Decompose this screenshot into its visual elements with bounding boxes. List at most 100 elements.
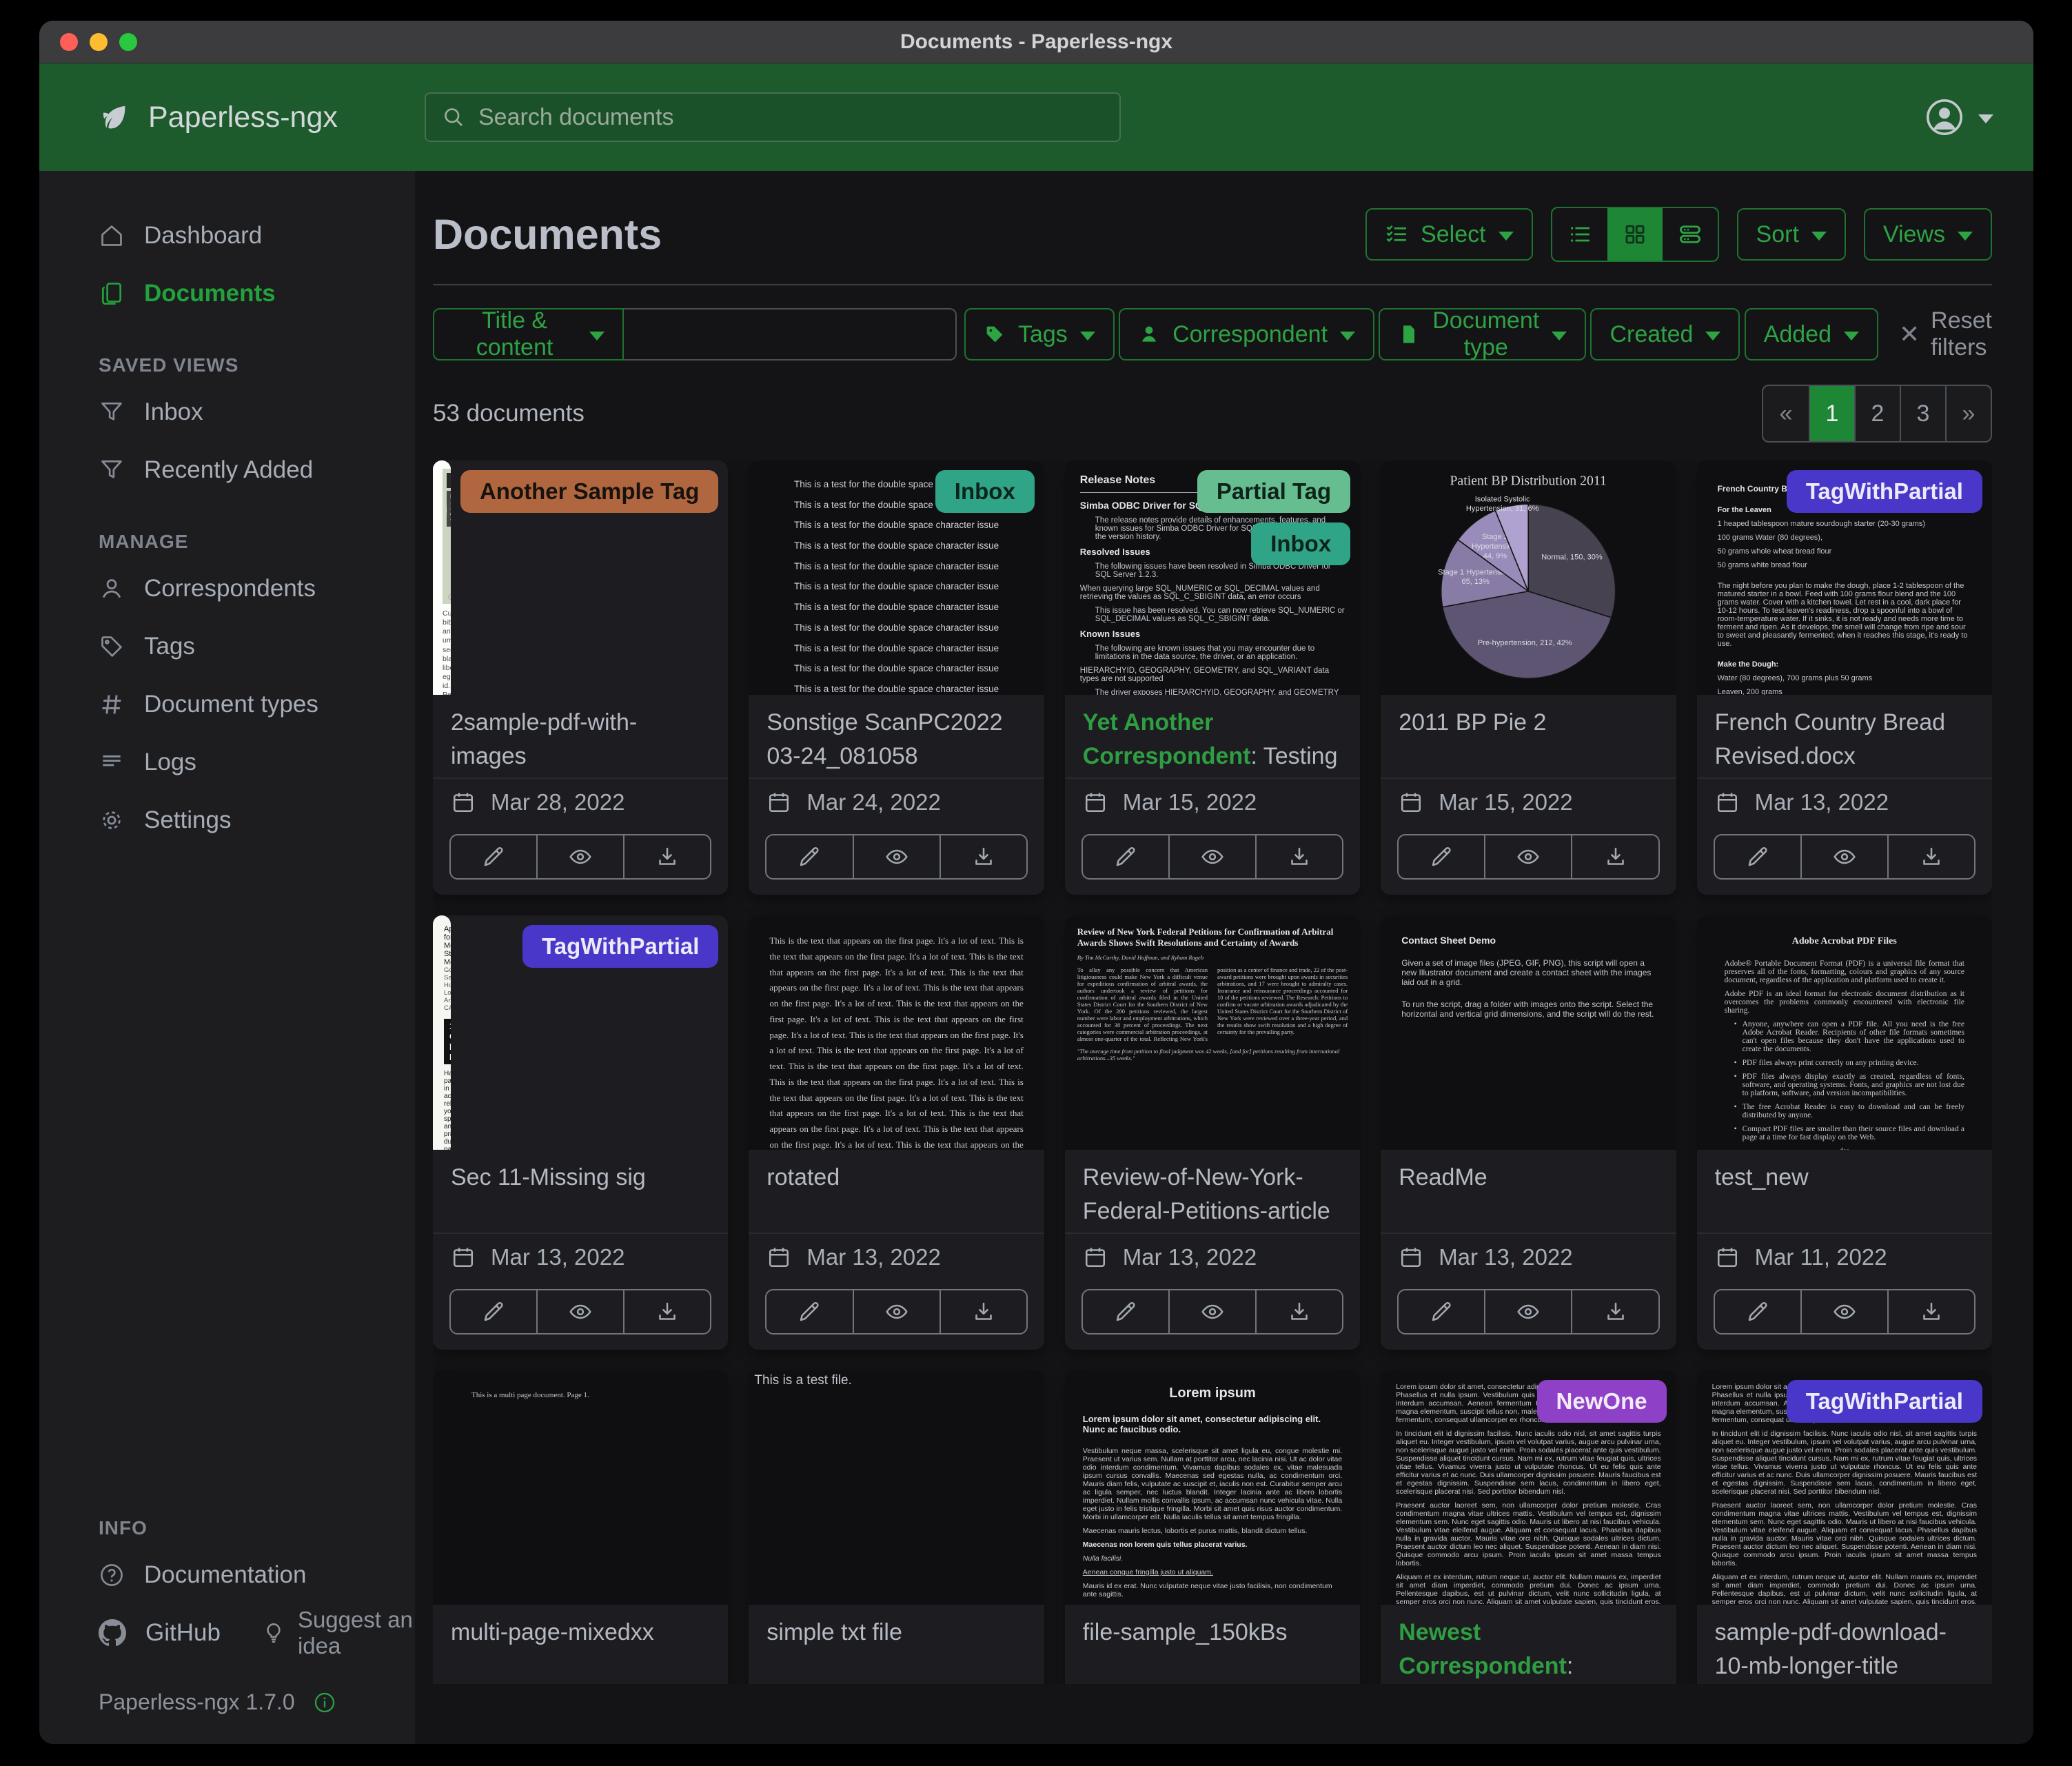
document-card[interactable]: Review of New York Federal Petitions for… bbox=[1065, 915, 1360, 1350]
sidebar-item-github[interactable]: GitHub bbox=[39, 1604, 221, 1662]
tag-badge[interactable]: Another Sample Tag bbox=[460, 470, 718, 513]
document-title[interactable]: Yet Another Correspondent: Testing Email bbox=[1065, 695, 1360, 778]
edit-button[interactable] bbox=[1083, 835, 1168, 878]
grid-view-button[interactable] bbox=[1607, 208, 1663, 261]
document-title[interactable]: simple txt file bbox=[749, 1605, 1044, 1684]
select-dropdown-button[interactable]: Select bbox=[1365, 208, 1533, 261]
edit-button[interactable] bbox=[766, 835, 852, 878]
document-card[interactable]: Patient BP Distribution 2011Normal, 150,… bbox=[1381, 460, 1676, 895]
sidebar-item-correspondents[interactable]: Correspondents bbox=[39, 560, 415, 618]
document-thumbnail[interactable]: This is the text that appears on the fir… bbox=[749, 915, 1044, 1150]
document-thumbnail[interactable]: Adobe Acrobat PDF FilesAdobe® Portable D… bbox=[1697, 915, 1992, 1150]
edit-button[interactable] bbox=[1715, 1290, 1800, 1333]
document-thumbnail[interactable]: This is a test file. bbox=[749, 1370, 1044, 1605]
view-button[interactable] bbox=[1800, 1290, 1887, 1333]
tag-badge[interactable]: TagWithPartial bbox=[1787, 1380, 1982, 1423]
view-button[interactable] bbox=[853, 835, 939, 878]
document-title[interactable]: French Country Bread Revised.docx bbox=[1697, 695, 1992, 778]
sidebar-item-document-types[interactable]: Document types bbox=[39, 676, 415, 733]
document-card[interactable]: Inbox This is a test for the double spac… bbox=[749, 460, 1044, 895]
download-button[interactable] bbox=[623, 835, 710, 878]
user-menu[interactable] bbox=[1924, 97, 1993, 137]
reset-filters-button[interactable]: ✕ Reset filters bbox=[1899, 307, 1992, 361]
tag-badge[interactable]: NewOne bbox=[1537, 1380, 1667, 1423]
document-title[interactable]: Newest Correspondent: f_combineds bbox=[1381, 1605, 1676, 1684]
view-button[interactable] bbox=[1484, 835, 1571, 878]
document-card[interactable]: This is the text that appears on the fir… bbox=[749, 915, 1044, 1350]
info-circle-icon[interactable] bbox=[313, 1691, 336, 1714]
edit-button[interactable] bbox=[1083, 1290, 1168, 1333]
document-card[interactable]: Another Sample Tag Boundary Waters TripL… bbox=[433, 460, 728, 895]
suggest-idea-link[interactable]: Suggest an idea bbox=[262, 1607, 415, 1659]
edit-button[interactable] bbox=[1715, 835, 1800, 878]
sidebar-item-documentation[interactable]: Documentation bbox=[39, 1546, 415, 1604]
document-title[interactable]: multi-page-mixedxx bbox=[433, 1605, 728, 1684]
view-button[interactable] bbox=[853, 1290, 939, 1333]
search-field-dropdown-button[interactable]: Title & content bbox=[433, 308, 624, 361]
brand[interactable]: Paperless-ngx bbox=[39, 101, 415, 134]
added-filter-button[interactable]: Added bbox=[1745, 308, 1878, 361]
edit-button[interactable] bbox=[766, 1290, 852, 1333]
global-search[interactable]: Search documents bbox=[425, 92, 1121, 142]
document-card[interactable]: Adobe Acrobat PDF FilesAdobe® Portable D… bbox=[1697, 915, 1992, 1350]
download-button[interactable] bbox=[1887, 1290, 1974, 1333]
tag-badge[interactable]: Inbox bbox=[935, 470, 1035, 513]
pagination-page-3[interactable]: 3 bbox=[1900, 386, 1945, 441]
document-thumbnail[interactable]: Review of New York Federal Petitions for… bbox=[1065, 915, 1360, 1150]
document-title[interactable]: 2011 BP Pie 2 bbox=[1381, 695, 1676, 778]
document-card[interactable]: Lorem ipsumLorem ipsum dolor sit amet, c… bbox=[1065, 1370, 1360, 1684]
view-button[interactable] bbox=[536, 835, 623, 878]
edit-button[interactable] bbox=[1399, 835, 1484, 878]
document-card[interactable]: Contact Sheet DemoGiven a set of image f… bbox=[1381, 915, 1676, 1350]
document-thumbnail[interactable]: Application for Medical Staff MembersGoo… bbox=[433, 915, 451, 1150]
view-button[interactable] bbox=[1168, 1290, 1255, 1333]
document-correspondent[interactable]: Newest Correspondent bbox=[1399, 1619, 1567, 1679]
views-dropdown-button[interactable]: Views bbox=[1864, 208, 1992, 261]
download-button[interactable] bbox=[1887, 835, 1974, 878]
sidebar-item-tags[interactable]: Tags bbox=[39, 618, 415, 676]
pagination-prev-button[interactable]: « bbox=[1763, 386, 1809, 441]
view-button[interactable] bbox=[1800, 835, 1887, 878]
document-card[interactable]: TagWithPartial French Country BreadFor t… bbox=[1697, 460, 1992, 895]
document-title[interactable]: sample-pdf-download-10-mb-longer-title bbox=[1697, 1605, 1992, 1684]
download-button[interactable] bbox=[939, 835, 1026, 878]
tag-badge[interactable]: Partial Tag bbox=[1197, 470, 1350, 513]
download-button[interactable] bbox=[623, 1290, 710, 1333]
list-view-button[interactable] bbox=[1552, 208, 1607, 261]
document-thumbnail[interactable]: Lorem ipsumLorem ipsum dolor sit amet, c… bbox=[1065, 1370, 1360, 1605]
document-title[interactable]: rotated bbox=[749, 1150, 1044, 1232]
download-button[interactable] bbox=[939, 1290, 1026, 1333]
edit-button[interactable] bbox=[451, 1290, 536, 1333]
sort-dropdown-button[interactable]: Sort bbox=[1737, 208, 1846, 261]
document-correspondent[interactable]: Yet Another Correspondent bbox=[1083, 709, 1251, 769]
document-card[interactable]: TagWithPartial Lorem ipsum dolor sit ame… bbox=[1697, 1370, 1992, 1684]
zoom-window-button[interactable] bbox=[119, 33, 137, 51]
document-title[interactable]: test_new bbox=[1697, 1150, 1992, 1232]
document-thumbnail[interactable]: This is a multi page document. Page 1. bbox=[433, 1370, 728, 1605]
view-button[interactable] bbox=[1484, 1290, 1571, 1333]
document-thumbnail[interactable]: Boundary Waters TripLegendGoogle EarthCu… bbox=[433, 460, 451, 695]
document-card[interactable]: TagWithPartial Application for Medical S… bbox=[433, 915, 728, 1350]
document-title[interactable]: Sec 11-Missing sig bbox=[433, 1150, 728, 1232]
tag-badge[interactable]: TagWithPartial bbox=[522, 925, 718, 968]
sidebar-item-dashboard[interactable]: Dashboard bbox=[39, 207, 415, 265]
download-button[interactable] bbox=[1255, 835, 1342, 878]
sidebar-item-inbox[interactable]: Inbox bbox=[39, 383, 415, 441]
pagination-page-2[interactable]: 2 bbox=[1854, 386, 1900, 441]
document-card[interactable]: Partial TagInbox Release NotesSimba ODBC… bbox=[1065, 460, 1360, 895]
document-card[interactable]: This is a multi page document. Page 1. m… bbox=[433, 1370, 728, 1684]
close-window-button[interactable] bbox=[60, 33, 78, 51]
minimize-window-button[interactable] bbox=[90, 33, 108, 51]
sidebar-item-documents[interactable]: Documents bbox=[39, 265, 415, 323]
edit-button[interactable] bbox=[451, 835, 536, 878]
tags-filter-button[interactable]: Tags bbox=[964, 308, 1115, 361]
download-button[interactable] bbox=[1571, 1290, 1658, 1333]
created-filter-button[interactable]: Created bbox=[1590, 308, 1740, 361]
sidebar-item-recently-added[interactable]: Recently Added bbox=[39, 441, 415, 499]
document-title[interactable]: Sonstige ScanPC2022 03-24_081058 bbox=[749, 695, 1044, 778]
view-button[interactable] bbox=[536, 1290, 623, 1333]
edit-button[interactable] bbox=[1399, 1290, 1484, 1333]
tag-badge[interactable]: Inbox bbox=[1251, 522, 1350, 565]
document-thumbnail[interactable]: Contact Sheet DemoGiven a set of image f… bbox=[1381, 915, 1676, 1150]
document-type-filter-button[interactable]: Document type bbox=[1379, 308, 1586, 361]
